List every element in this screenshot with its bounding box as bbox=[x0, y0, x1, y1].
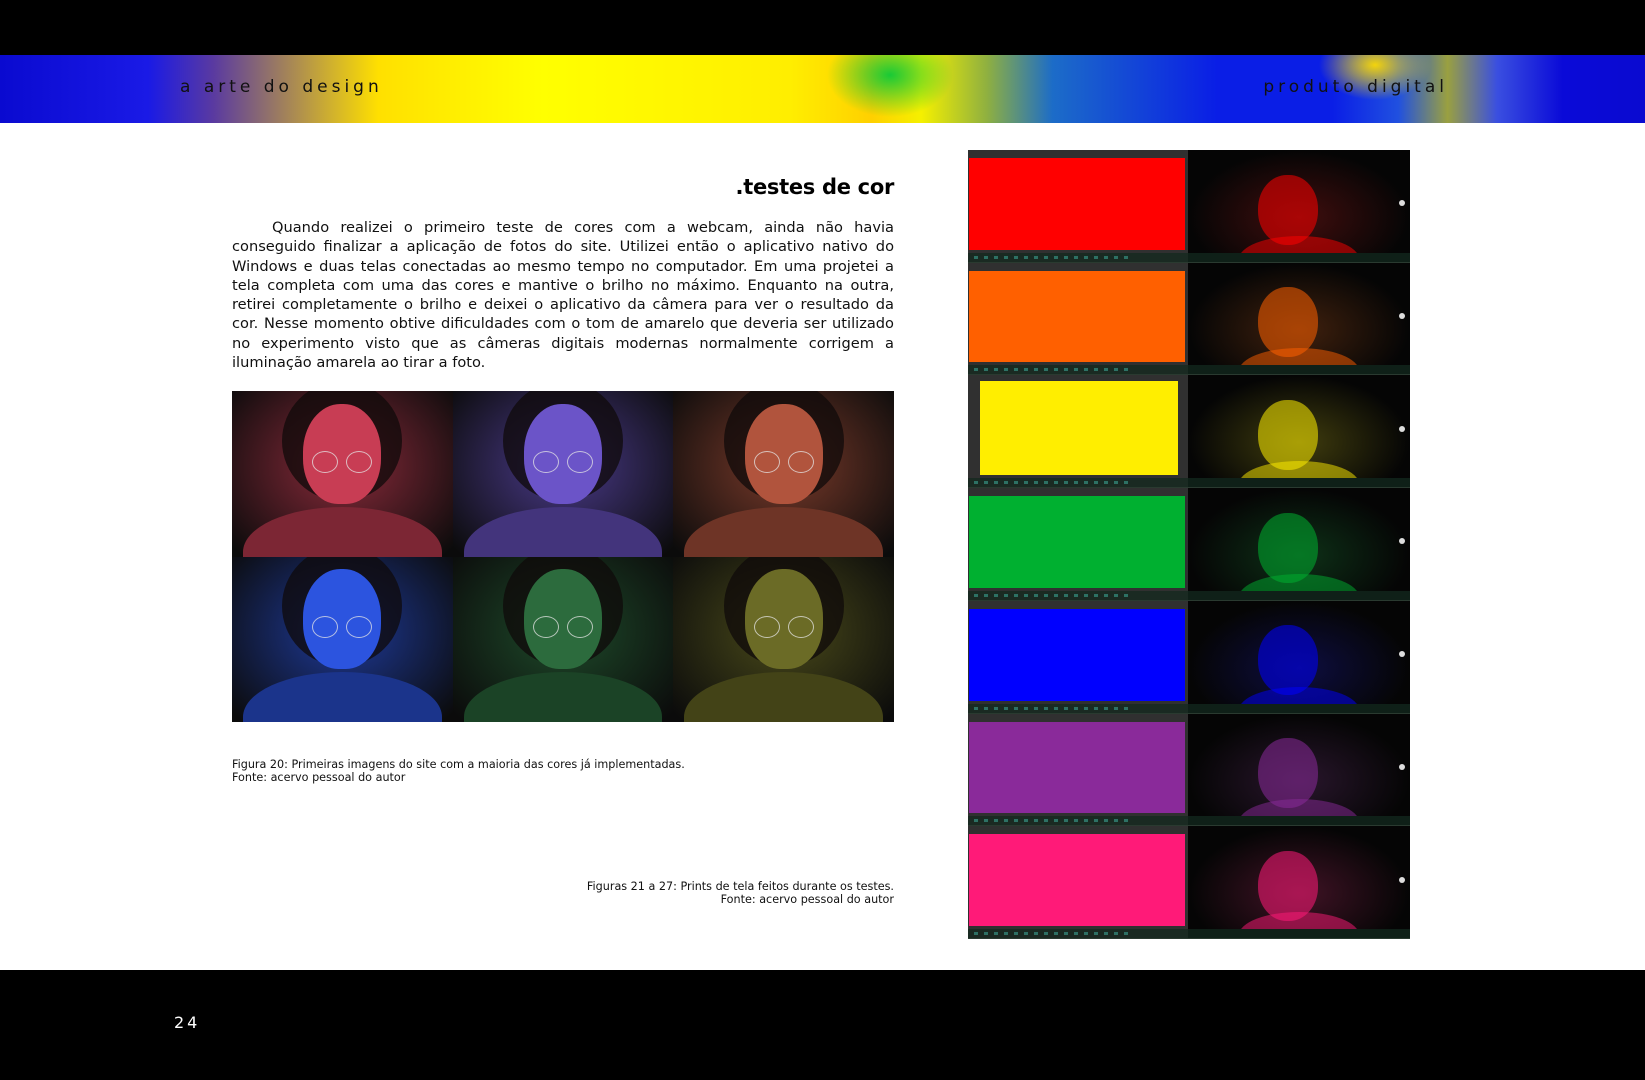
portrait-photo bbox=[452, 391, 674, 557]
screenshot-row bbox=[968, 488, 1410, 601]
header-left-title: a arte do design bbox=[180, 77, 383, 97]
taskbar bbox=[1188, 365, 1410, 375]
page-number: 24 bbox=[174, 1013, 201, 1032]
taskbar bbox=[1188, 252, 1410, 262]
taskbar bbox=[968, 816, 1188, 826]
face-shape bbox=[1257, 400, 1318, 471]
figure-21-27-caption-line1: Figuras 21 a 27: Prints de tela feitos d… bbox=[586, 880, 894, 893]
figure-20-caption: Figura 20: Primeiras imagens do site com… bbox=[232, 758, 685, 784]
gradient-header: a arte do design produto digital bbox=[0, 55, 1645, 123]
taskbar bbox=[1188, 478, 1410, 488]
shoulders-shape bbox=[243, 506, 442, 557]
screenshot-strip bbox=[968, 150, 1410, 940]
color-screen bbox=[968, 150, 1188, 262]
portrait-photo bbox=[673, 556, 894, 722]
taskbar bbox=[1188, 590, 1410, 600]
camera-view bbox=[1188, 262, 1410, 375]
color-swatch bbox=[969, 158, 1185, 250]
taskbar bbox=[968, 703, 1188, 713]
camera-view bbox=[1188, 713, 1410, 826]
portrait-photo bbox=[452, 556, 674, 722]
face-shape bbox=[1257, 738, 1318, 809]
taskbar bbox=[968, 478, 1188, 488]
camera-view bbox=[1188, 826, 1410, 939]
shutter-icon bbox=[1399, 763, 1405, 770]
taskbar bbox=[1188, 816, 1410, 826]
shutter-icon bbox=[1399, 538, 1405, 545]
color-swatch bbox=[969, 721, 1185, 814]
screenshot-row bbox=[968, 375, 1410, 489]
glasses-icon bbox=[312, 616, 373, 639]
portrait-photo bbox=[673, 391, 894, 557]
shutter-icon bbox=[1399, 425, 1405, 432]
shoulders-shape bbox=[463, 506, 663, 557]
figure-21-27-source: Fonte: acervo pessoal do autor bbox=[720, 893, 894, 906]
color-swatch bbox=[969, 270, 1185, 363]
color-screen bbox=[968, 262, 1188, 375]
screenshot-row bbox=[968, 713, 1410, 827]
face-shape bbox=[1257, 512, 1318, 583]
glasses-icon bbox=[532, 450, 593, 473]
face-shape bbox=[1257, 625, 1318, 696]
glasses-icon bbox=[532, 616, 593, 639]
color-screen bbox=[968, 600, 1188, 713]
face-shape bbox=[1257, 850, 1318, 921]
color-screen bbox=[968, 488, 1188, 600]
glasses-icon bbox=[753, 616, 814, 639]
photo-grid bbox=[232, 391, 894, 722]
shoulders-shape bbox=[463, 672, 663, 722]
face-shape bbox=[1257, 174, 1318, 245]
color-screen bbox=[968, 375, 1188, 488]
face-shape bbox=[1257, 287, 1318, 358]
color-swatch bbox=[969, 608, 1185, 701]
taskbar bbox=[1188, 929, 1410, 939]
camera-view bbox=[1188, 600, 1410, 713]
figure-20-source: Fonte: acervo pessoal do autor bbox=[232, 771, 406, 784]
camera-view bbox=[1188, 488, 1410, 600]
glasses-icon bbox=[312, 450, 373, 473]
taskbar bbox=[968, 929, 1188, 939]
section-title: .testes de cor bbox=[735, 175, 895, 199]
bottom-black-bar bbox=[0, 970, 1645, 1080]
portrait-photo bbox=[232, 556, 453, 722]
body-paragraph: Quando realizei o primeiro teste de core… bbox=[232, 219, 894, 372]
shoulders-shape bbox=[243, 672, 442, 722]
figure-20-caption-line1: Figura 20: Primeiras imagens do site com… bbox=[232, 758, 685, 771]
shoulders-shape bbox=[684, 506, 883, 557]
camera-view bbox=[1188, 375, 1410, 488]
color-swatch bbox=[969, 834, 1185, 927]
camera-view bbox=[1188, 150, 1410, 262]
glasses-icon bbox=[753, 450, 814, 473]
portrait-photo bbox=[232, 391, 453, 557]
color-swatch bbox=[980, 381, 1178, 476]
shutter-icon bbox=[1399, 200, 1405, 207]
taskbar bbox=[1188, 703, 1410, 713]
screenshot-row bbox=[968, 262, 1410, 376]
figure-21-27-caption: Figuras 21 a 27: Prints de tela feitos d… bbox=[587, 880, 894, 906]
screenshot-row bbox=[968, 150, 1410, 263]
screenshot-row bbox=[968, 600, 1410, 714]
screenshot-row bbox=[968, 826, 1410, 940]
top-black-bar bbox=[0, 0, 1645, 55]
shoulders-shape bbox=[684, 672, 883, 722]
color-screen bbox=[968, 713, 1188, 826]
taskbar bbox=[968, 365, 1188, 375]
shutter-icon bbox=[1399, 651, 1405, 658]
color-swatch bbox=[969, 496, 1185, 588]
taskbar bbox=[968, 252, 1188, 262]
header-right-title: produto digital bbox=[1263, 77, 1448, 97]
shutter-icon bbox=[1399, 312, 1405, 319]
color-screen bbox=[968, 826, 1188, 939]
shutter-icon bbox=[1399, 876, 1405, 883]
taskbar bbox=[968, 590, 1188, 600]
